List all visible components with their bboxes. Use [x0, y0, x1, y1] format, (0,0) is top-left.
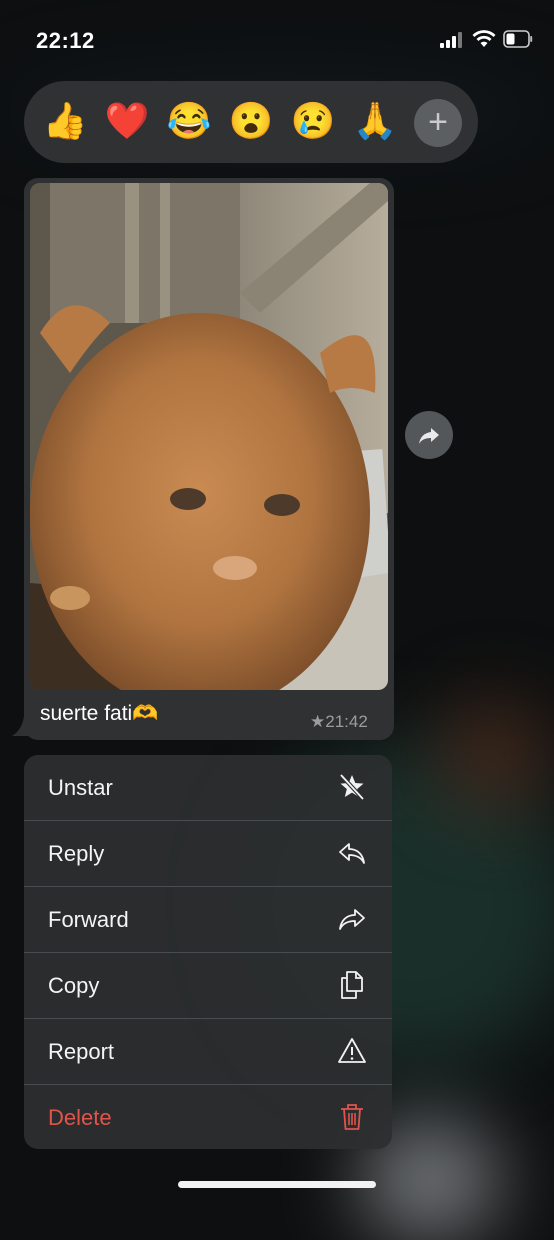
folded-hands-emoji[interactable]: 🙏	[352, 98, 398, 144]
message-photo[interactable]	[30, 183, 388, 690]
menu-item-copy[interactable]: Copy	[24, 953, 392, 1019]
menu-item-label: Copy	[48, 973, 100, 998]
menu-item-label: Delete	[48, 1105, 112, 1130]
forward-icon	[339, 909, 365, 930]
bubble-tail	[12, 716, 34, 736]
home-indicator[interactable]	[178, 1181, 376, 1188]
menu-item-label: Unstar	[48, 775, 113, 800]
menu-item-label: Report	[48, 1039, 115, 1064]
status-time: 22:12	[36, 28, 95, 53]
trash-icon	[341, 1104, 363, 1130]
menu-item-forward[interactable]: Forward	[24, 887, 392, 953]
blurred-chat-background	[440, 700, 550, 810]
message-starred-timestamp: ★21:42	[310, 712, 368, 731]
red-heart-emoji[interactable]: ❤️	[104, 98, 150, 144]
add-reaction-button[interactable]: +	[414, 99, 462, 147]
wifi-icon	[472, 30, 496, 47]
message-context-menu: Unstar Reply Forward Copy Report Delete	[24, 755, 392, 1149]
menu-item-delete[interactable]: Delete	[24, 1085, 392, 1149]
tears-of-joy-emoji[interactable]: 😂	[166, 98, 212, 144]
battery-icon	[503, 30, 533, 48]
signal-icon	[440, 32, 464, 48]
copy-icon	[341, 971, 363, 999]
unstar-icon	[339, 773, 365, 801]
warning-icon	[338, 1038, 366, 1063]
cat-photo-image	[30, 183, 388, 690]
crying-face-emoji[interactable]: 😢	[290, 98, 336, 144]
menu-item-report[interactable]: Report	[24, 1019, 392, 1085]
menu-item-unstar[interactable]: Unstar	[24, 755, 392, 821]
reply-icon	[339, 843, 365, 864]
reaction-bar: 👍 ❤️ 😂 😮 😢 🙏 +	[24, 81, 478, 163]
menu-item-label: Reply	[48, 841, 105, 866]
thumbs-up-emoji[interactable]: 👍	[42, 98, 88, 144]
message-caption: suerte fati🫶	[40, 702, 159, 725]
forward-arrow-icon	[419, 428, 439, 444]
surprised-face-emoji[interactable]: 😮	[228, 98, 274, 144]
quick-forward-button[interactable]	[405, 411, 453, 459]
status-bar: 22:12	[0, 0, 554, 80]
menu-item-label: Forward	[48, 907, 129, 932]
menu-item-reply[interactable]: Reply	[24, 821, 392, 887]
